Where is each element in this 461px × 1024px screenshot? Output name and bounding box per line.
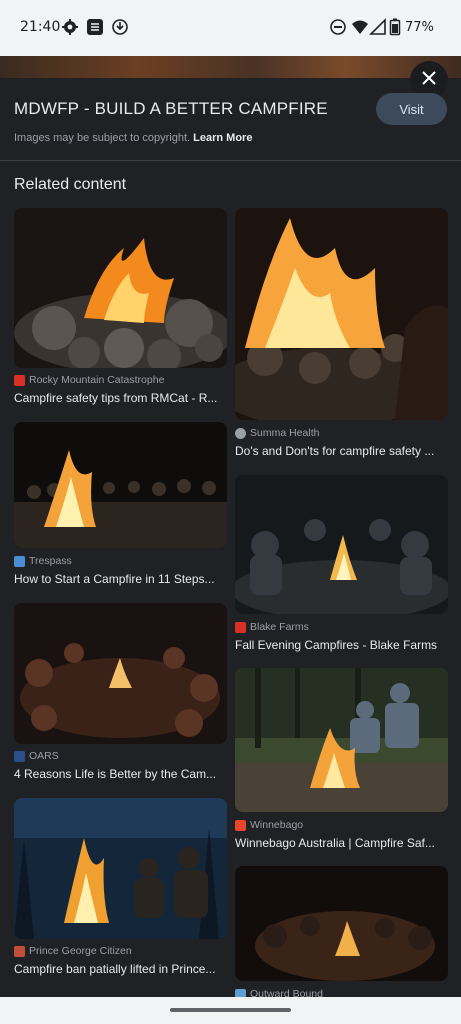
- result-source: Prince George Citizen: [14, 944, 132, 958]
- result-thumbnail[interactable]: [235, 668, 448, 812]
- result-card-trespass[interactable]: Trespass How to Start a Campfire in 11 S…: [14, 422, 227, 592]
- signal-icon: [369, 18, 387, 36]
- result-card-blake-farms[interactable]: Blake Farms Fall Evening Campfires - Bla…: [235, 475, 448, 655]
- battery-percent: 77%: [405, 20, 434, 35]
- navigation-bar: [0, 997, 461, 1024]
- result-card-outward-bound[interactable]: Outward Bound: [235, 866, 448, 1000]
- result-card-winnebago[interactable]: Winnebago Winnebago Australia | Campfire…: [235, 668, 448, 853]
- source-favicon-icon: [235, 819, 246, 831]
- result-thumbnail[interactable]: [235, 866, 448, 981]
- home-gesture-handle[interactable]: [170, 1008, 291, 1012]
- s-app-icon: [86, 18, 104, 36]
- gear-icon: [61, 18, 79, 36]
- result-card-rocky-mountain[interactable]: Rocky Mountain Catastrophe Campfire safe…: [14, 208, 227, 408]
- result-title[interactable]: Fall Evening Campfires - Blake Farms: [235, 638, 448, 652]
- source-favicon-icon: [14, 750, 25, 762]
- source-favicon-icon: [235, 621, 246, 633]
- globe-icon: [235, 427, 246, 439]
- result-card-prince-george[interactable]: Prince George Citizen Campfire ban patia…: [14, 798, 227, 978]
- close-icon: [422, 70, 436, 90]
- result-title[interactable]: How to Start a Campfire in 11 Steps...: [14, 572, 227, 586]
- visit-button[interactable]: Visit: [376, 93, 447, 125]
- copyright-text: Images may be subject to copyright.: [14, 132, 191, 144]
- result-source: Rocky Mountain Catastrophe: [14, 373, 164, 387]
- source-name: Winnebago: [250, 819, 304, 831]
- source-favicon-icon: [14, 374, 25, 386]
- related-content-heading: Related content: [14, 176, 127, 193]
- result-card-summa-health[interactable]: Summa Health Do's and Don'ts for campfir…: [235, 208, 448, 463]
- source-name: Summa Health: [250, 427, 320, 439]
- status-time: 21:40: [20, 19, 61, 35]
- source-favicon-icon: [14, 945, 25, 957]
- result-title[interactable]: Do's and Don'ts for campfire safety ...: [235, 444, 448, 458]
- divider: [0, 160, 461, 161]
- status-bar: 21:40 77%: [0, 0, 461, 56]
- main-image-strip[interactable]: [0, 56, 461, 78]
- dnd-icon: [329, 18, 347, 36]
- result-thumbnail[interactable]: [14, 798, 227, 939]
- source-name: Blake Farms: [250, 621, 309, 633]
- source-title: MDWFP - BUILD A BETTER CAMPFIRE: [14, 99, 328, 118]
- result-card-oars[interactable]: OARS 4 Reasons Life is Better by the Cam…: [14, 603, 227, 783]
- battery-icon: [389, 18, 401, 36]
- source-name: OARS: [29, 750, 59, 762]
- vpn-icon: [111, 18, 129, 36]
- result-title[interactable]: Winnebago Australia | Campfire Saf...: [235, 836, 448, 850]
- source-name: Trespass: [29, 555, 72, 567]
- wifi-icon: [351, 18, 369, 36]
- result-thumbnail[interactable]: [14, 603, 227, 744]
- learn-more-link[interactable]: Learn More: [193, 132, 252, 144]
- result-thumbnail[interactable]: [14, 422, 227, 548]
- source-favicon-icon: [14, 555, 25, 567]
- result-thumbnail[interactable]: [235, 208, 448, 420]
- result-title[interactable]: Campfire safety tips from RMCat - R...: [14, 391, 227, 405]
- result-title[interactable]: 4 Reasons Life is Better by the Cam...: [14, 767, 227, 781]
- source-name: Rocky Mountain Catastrophe: [29, 374, 165, 386]
- result-source: Blake Farms: [235, 620, 309, 634]
- result-source: Summa Health: [235, 426, 319, 440]
- result-source: Trespass: [14, 554, 72, 568]
- result-source: OARS: [14, 749, 59, 763]
- result-source: Winnebago: [235, 818, 303, 832]
- source-name: Prince George Citizen: [29, 945, 132, 957]
- result-title[interactable]: Campfire ban patially lifted in Prince..…: [14, 962, 227, 976]
- copyright-notice: Images may be subject to copyright. Lear…: [14, 132, 252, 144]
- result-thumbnail[interactable]: [14, 208, 227, 368]
- result-thumbnail[interactable]: [235, 475, 448, 614]
